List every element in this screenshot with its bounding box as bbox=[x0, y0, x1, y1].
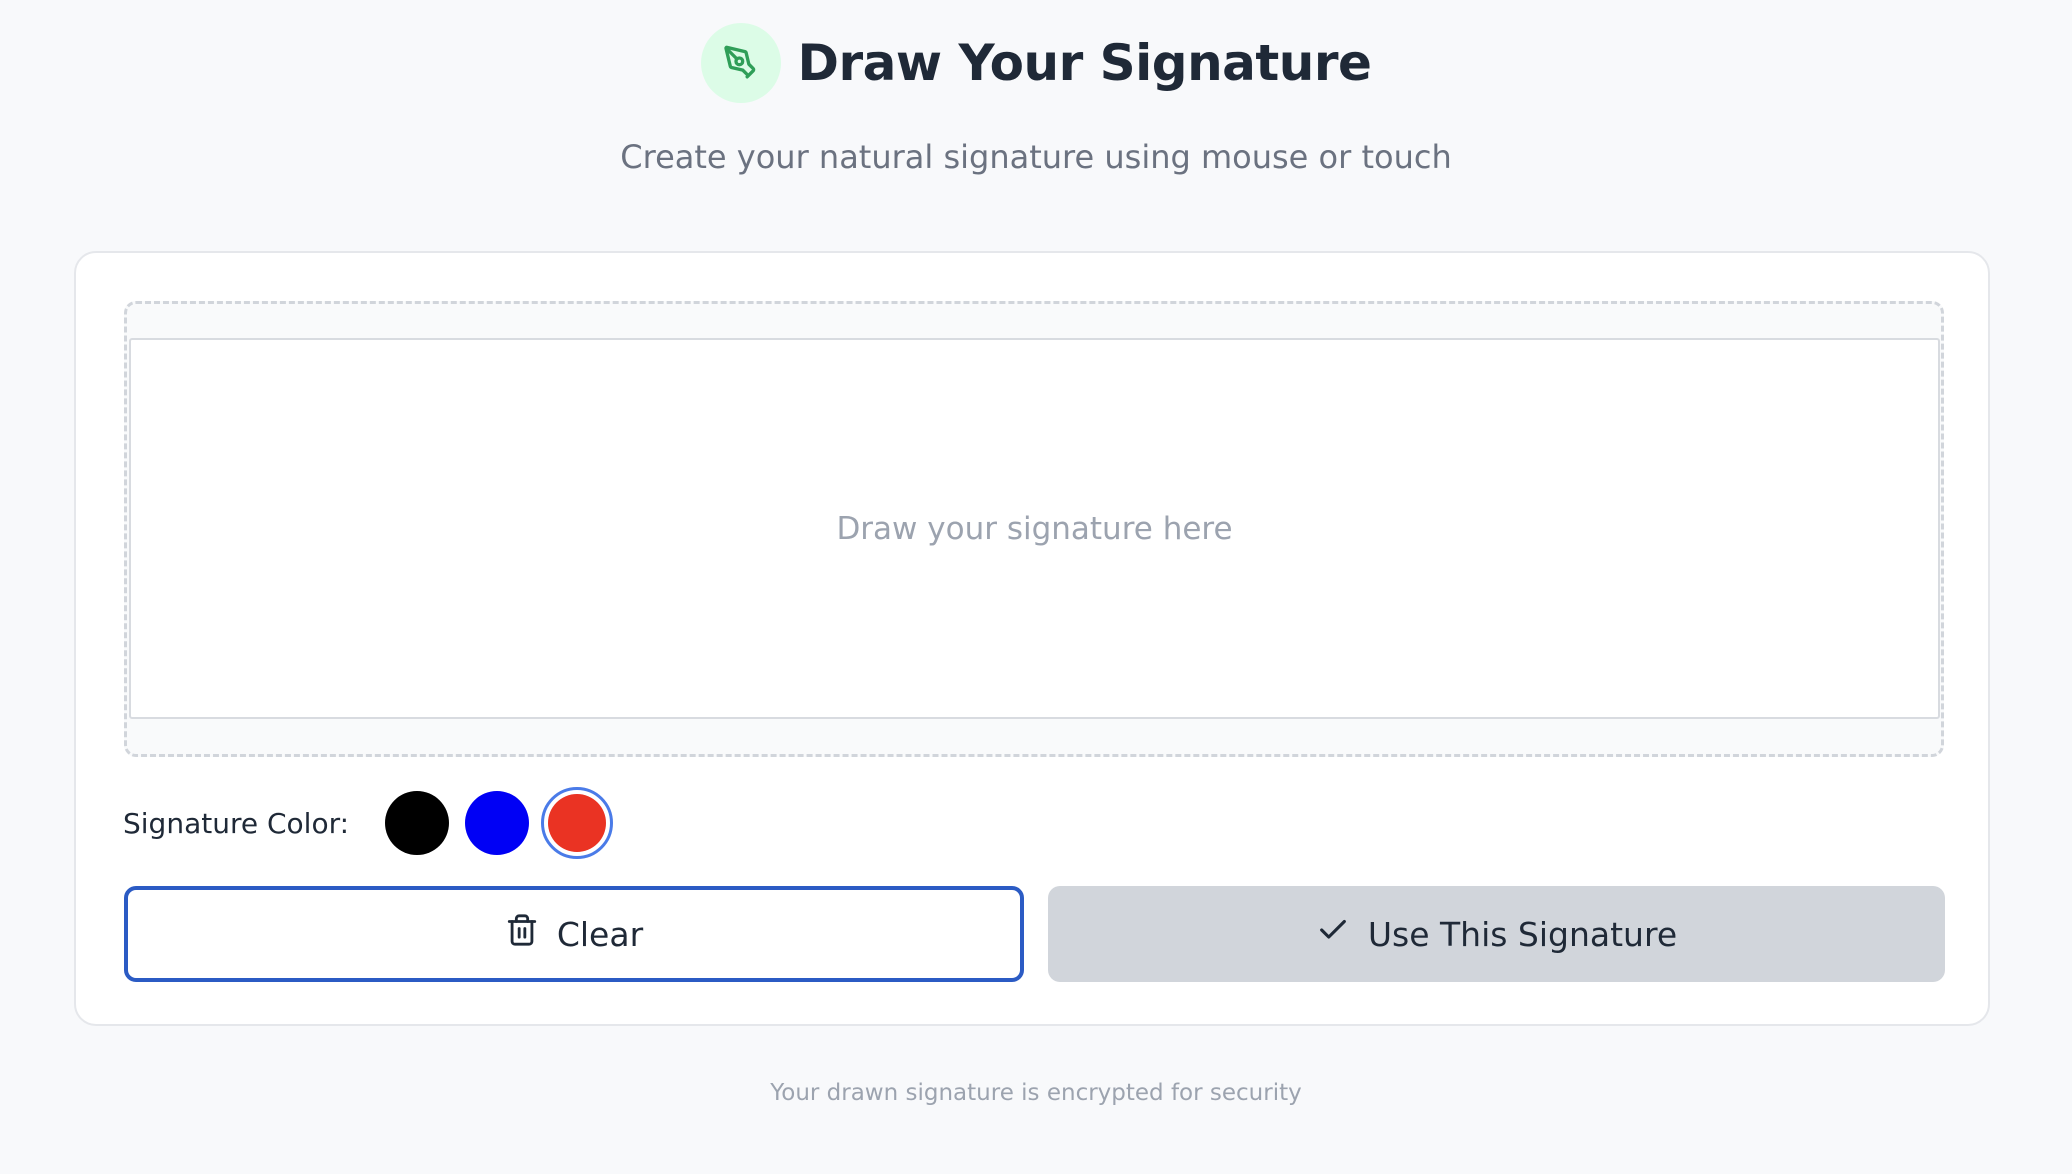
signature-canvas[interactable]: Draw your signature here bbox=[129, 338, 1940, 719]
signature-pad-frame: Draw your signature here bbox=[124, 301, 1944, 757]
check-icon bbox=[1316, 913, 1350, 955]
color-option-red[interactable] bbox=[541, 787, 614, 859]
color-swatch-red bbox=[548, 794, 607, 852]
page-title: Draw Your Signature bbox=[797, 34, 1372, 92]
color-option-blue[interactable] bbox=[461, 787, 533, 859]
color-swatch-black bbox=[385, 791, 450, 855]
signature-card: Draw your signature here Signature Color… bbox=[74, 251, 1990, 1026]
clear-button[interactable]: Clear bbox=[124, 886, 1024, 982]
use-signature-button-label: Use This Signature bbox=[1367, 914, 1678, 954]
use-signature-button[interactable]: Use This Signature bbox=[1048, 886, 1945, 982]
signature-placeholder: Draw your signature here bbox=[836, 510, 1233, 547]
color-picker: Signature Color: bbox=[123, 787, 621, 859]
color-swatch-blue bbox=[465, 791, 530, 855]
trash-icon bbox=[505, 913, 539, 955]
color-picker-label: Signature Color: bbox=[123, 806, 350, 840]
color-option-black[interactable] bbox=[381, 787, 453, 859]
clear-button-label: Clear bbox=[556, 914, 644, 954]
signature-page: Draw Your Signature Create your natural … bbox=[0, 0, 2072, 1174]
pen-nib-icon bbox=[700, 23, 781, 103]
page-subtitle: Create your natural signature using mous… bbox=[620, 138, 1452, 176]
page-header: Draw Your Signature bbox=[0, 23, 2072, 103]
security-note: Your drawn signature is encrypted for se… bbox=[770, 1080, 1302, 1106]
